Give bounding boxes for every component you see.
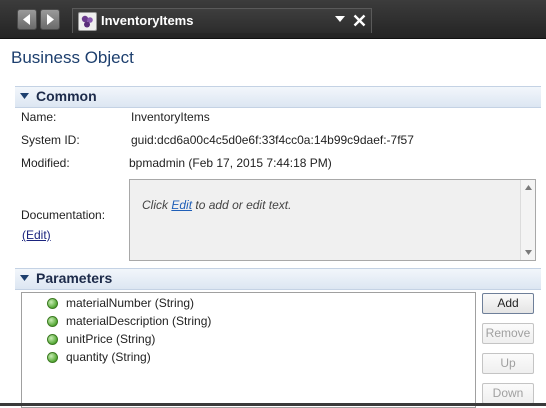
scroll-up-icon[interactable] bbox=[525, 185, 532, 190]
parameters-section-header[interactable]: Parameters bbox=[15, 268, 541, 290]
parameter-label: materialDescription (String) bbox=[66, 314, 212, 328]
doc-edit-link[interactable]: Edit bbox=[171, 198, 192, 212]
editor-tab[interactable]: InventoryItems bbox=[72, 8, 372, 33]
doc-suffix-text: to add or edit text. bbox=[192, 198, 292, 212]
scroll-down-icon[interactable] bbox=[525, 250, 532, 255]
documentation-label: Documentation: bbox=[21, 208, 106, 222]
common-section-header[interactable]: Common bbox=[15, 86, 541, 108]
collapse-triangle-icon[interactable] bbox=[20, 93, 29, 99]
parameters-list[interactable]: materialNumber (String) materialDescript… bbox=[21, 292, 476, 408]
documentation-placeholder: Click Edit to add or edit text. bbox=[142, 198, 291, 212]
parameter-label: unitPrice (String) bbox=[66, 332, 156, 346]
close-tab-icon[interactable] bbox=[353, 14, 366, 27]
doc-prefix-text: Click bbox=[142, 198, 172, 212]
system-id-label: System ID: bbox=[21, 133, 80, 147]
remove-button[interactable]: Remove bbox=[482, 323, 534, 344]
name-label: Name: bbox=[21, 110, 57, 124]
down-button[interactable]: Down bbox=[482, 383, 534, 404]
parameter-icon bbox=[47, 316, 58, 327]
documentation-edit-link[interactable]: (Edit) bbox=[22, 228, 51, 242]
forward-button[interactable] bbox=[40, 9, 60, 30]
modified-value: bpmadmin (Feb 17, 2015 7:44:18 PM) bbox=[129, 156, 332, 170]
parameters-section-label: Parameters bbox=[36, 270, 113, 286]
parameter-label: materialNumber (String) bbox=[66, 296, 195, 310]
back-arrow-icon bbox=[23, 14, 30, 25]
back-button[interactable] bbox=[17, 9, 37, 30]
modified-label: Modified: bbox=[21, 156, 70, 170]
tab-title: InventoryItems bbox=[101, 13, 194, 28]
page-title: Business Object bbox=[11, 48, 134, 67]
parameter-icon bbox=[47, 334, 58, 345]
common-section-label: Common bbox=[36, 88, 97, 104]
system-id-value: guid:dcd6a00c4c5d0e6f:33f4cc0a:14b99c9da… bbox=[131, 133, 414, 147]
documentation-box[interactable]: Click Edit to add or edit text. bbox=[129, 179, 536, 261]
editor-tab-bar: InventoryItems bbox=[0, 0, 546, 39]
parameter-icon bbox=[47, 298, 58, 309]
up-button[interactable]: Up bbox=[482, 353, 534, 374]
tab-menu-chevron-icon[interactable] bbox=[335, 16, 345, 23]
parameter-icon bbox=[47, 352, 58, 363]
forward-arrow-icon bbox=[47, 14, 54, 25]
add-button[interactable]: Add bbox=[482, 293, 534, 314]
parameter-label: quantity (String) bbox=[66, 350, 151, 364]
name-value: InventoryItems bbox=[131, 110, 210, 124]
business-object-icon bbox=[78, 12, 97, 31]
collapse-triangle-icon[interactable] bbox=[20, 275, 29, 281]
documentation-scrollbar[interactable] bbox=[520, 180, 535, 260]
